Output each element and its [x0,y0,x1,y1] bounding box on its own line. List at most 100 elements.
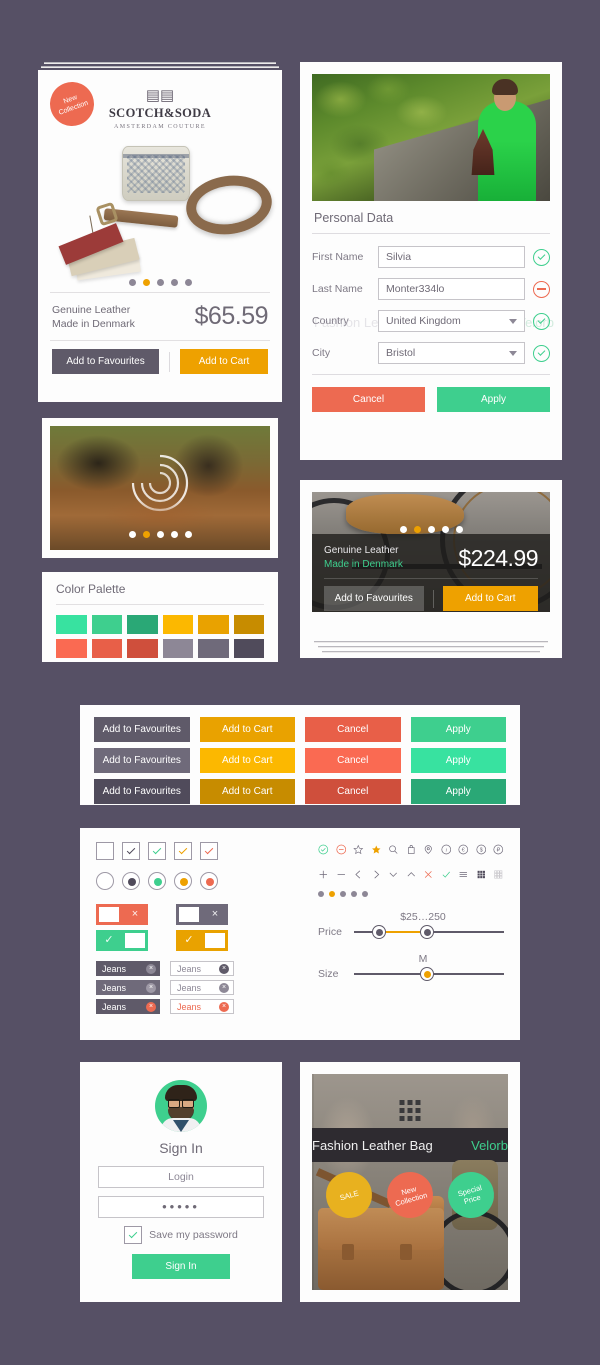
carousel-dot[interactable] [340,891,346,897]
close-icon[interactable]: × [146,982,156,993]
color-swatch[interactable] [56,639,87,658]
radio-unselected[interactable] [96,872,114,890]
tag-filled[interactable]: Jeans × [96,961,160,976]
check-icon[interactable] [441,867,452,882]
add-to-cart-button-hover[interactable]: Add to Cart [199,748,295,773]
carousel-dot[interactable] [128,279,136,286]
price-slider-knob-low[interactable] [372,925,386,939]
carousel-dot[interactable] [427,526,435,533]
carousel-dots[interactable] [312,526,550,533]
apply-button-hover[interactable]: Apply [410,748,506,773]
carousel-dot[interactable] [441,526,449,533]
apply-button[interactable]: Apply [437,387,550,412]
color-swatch[interactable] [91,639,122,658]
save-password-checkbox[interactable] [124,1226,143,1244]
grid-view-outline-icon[interactable] [493,867,504,882]
apply-button-normal[interactable]: Apply [410,717,506,742]
carousel-dot[interactable] [184,279,192,286]
info-circle-icon[interactable]: i [441,842,452,857]
tag-outline[interactable]: Jeans × [170,961,234,976]
chevron-up-icon[interactable] [406,867,417,882]
carousel-dot-active[interactable] [329,891,335,897]
tag-filled-hover[interactable]: Jeans × [96,980,160,995]
apply-button-active[interactable]: Apply [410,779,506,804]
tag-outline-remove[interactable]: Jeans × [170,999,234,1014]
cancel-button-active[interactable]: Cancel [305,779,401,804]
toggle-on-orange[interactable]: ✓ [176,930,228,951]
add-to-favourites-button-hover[interactable]: Add to Favourites [94,748,190,773]
close-icon[interactable]: × [146,963,156,974]
price-slider-track[interactable] [354,925,504,939]
close-icon[interactable]: × [219,963,229,974]
carousel-dot[interactable] [128,531,136,538]
add-to-cart-button[interactable]: Add to Cart [180,349,268,374]
first-name-field[interactable]: Silvia [378,246,525,268]
color-swatch[interactable] [56,615,87,634]
cancel-button[interactable]: Cancel [312,387,425,412]
carousel-dot[interactable] [351,891,357,897]
country-select[interactable]: United Kingdom [378,310,525,332]
close-icon[interactable]: × [219,982,229,993]
grid-view-filled-icon[interactable] [476,867,487,882]
checkbox-checked-green[interactable] [148,842,166,860]
sign-in-button[interactable]: Sign In [132,1254,230,1279]
carousel-dot-active[interactable] [413,526,421,533]
color-swatch[interactable] [127,639,158,658]
checkbox-unchecked[interactable] [96,842,114,860]
color-swatch[interactable] [233,639,264,658]
close-x-icon[interactable] [423,867,434,882]
list-view-icon[interactable] [458,867,469,882]
chevron-right-icon[interactable] [371,867,382,882]
tag-filled-remove[interactable]: Jeans × [96,999,160,1014]
radio-selected-orange[interactable] [174,872,192,890]
add-to-cart-button[interactable]: Add to Cart [442,586,539,611]
star-outline-icon[interactable] [353,842,364,857]
carousel-dots[interactable] [50,531,270,538]
toggle-off-red[interactable]: × [96,904,148,925]
carousel-dot[interactable] [156,279,164,286]
last-name-field[interactable]: Monter334lo [378,278,525,300]
color-swatch[interactable] [127,615,158,634]
close-icon[interactable]: × [219,1001,229,1012]
add-to-favourites-button-active[interactable]: Add to Favourites [94,779,190,804]
radio-selected-red[interactable] [200,872,218,890]
chevron-down-icon[interactable] [388,867,399,882]
new-collection-badge[interactable]: New Collection [381,1166,439,1224]
location-pin-icon[interactable] [423,842,434,857]
carousel-dot[interactable] [170,279,178,286]
password-input[interactable]: ••••• [98,1196,264,1218]
ruble-circle-icon[interactable]: ₽ [493,842,504,857]
carousel-dot[interactable] [455,526,463,533]
size-slider-knob[interactable] [420,967,434,981]
carousel-dot-active[interactable] [142,279,150,286]
size-slider-track[interactable] [354,967,504,981]
toggle-off-gray[interactable]: × [176,904,228,925]
minus-icon[interactable] [336,867,347,882]
add-to-favourites-button-normal[interactable]: Add to Favourites [94,717,190,742]
toggle-on-green[interactable]: ✓ [96,930,148,951]
color-swatch[interactable] [233,615,264,634]
plus-icon[interactable] [318,867,329,882]
minus-circle-icon[interactable] [335,842,347,857]
add-to-favourites-button[interactable]: Add to Favourites [52,349,160,374]
sale-badge[interactable]: SALE [320,1166,378,1224]
grid-menu-icon[interactable] [399,1100,421,1121]
star-filled-icon[interactable] [371,842,382,857]
checkbox-checked-red[interactable] [200,842,218,860]
euro-circle-icon[interactable]: € [458,842,469,857]
cancel-button-hover[interactable]: Cancel [305,748,401,773]
color-swatch[interactable] [198,639,229,658]
carousel-dot[interactable] [399,526,407,533]
carousel-dot-active[interactable] [142,531,150,538]
radio-selected-green[interactable] [148,872,166,890]
price-slider-knob-high[interactable] [420,925,434,939]
shopping-bag-icon[interactable] [406,842,417,857]
cancel-button-normal[interactable]: Cancel [305,717,401,742]
special-price-badge[interactable]: Special Price [442,1166,500,1224]
carousel-dot[interactable] [184,531,192,538]
checkbox-checked-orange[interactable] [174,842,192,860]
add-to-cart-button-active[interactable]: Add to Cart [199,779,295,804]
color-swatch[interactable] [162,639,193,658]
color-swatch[interactable] [91,615,122,634]
search-icon[interactable] [388,842,399,857]
